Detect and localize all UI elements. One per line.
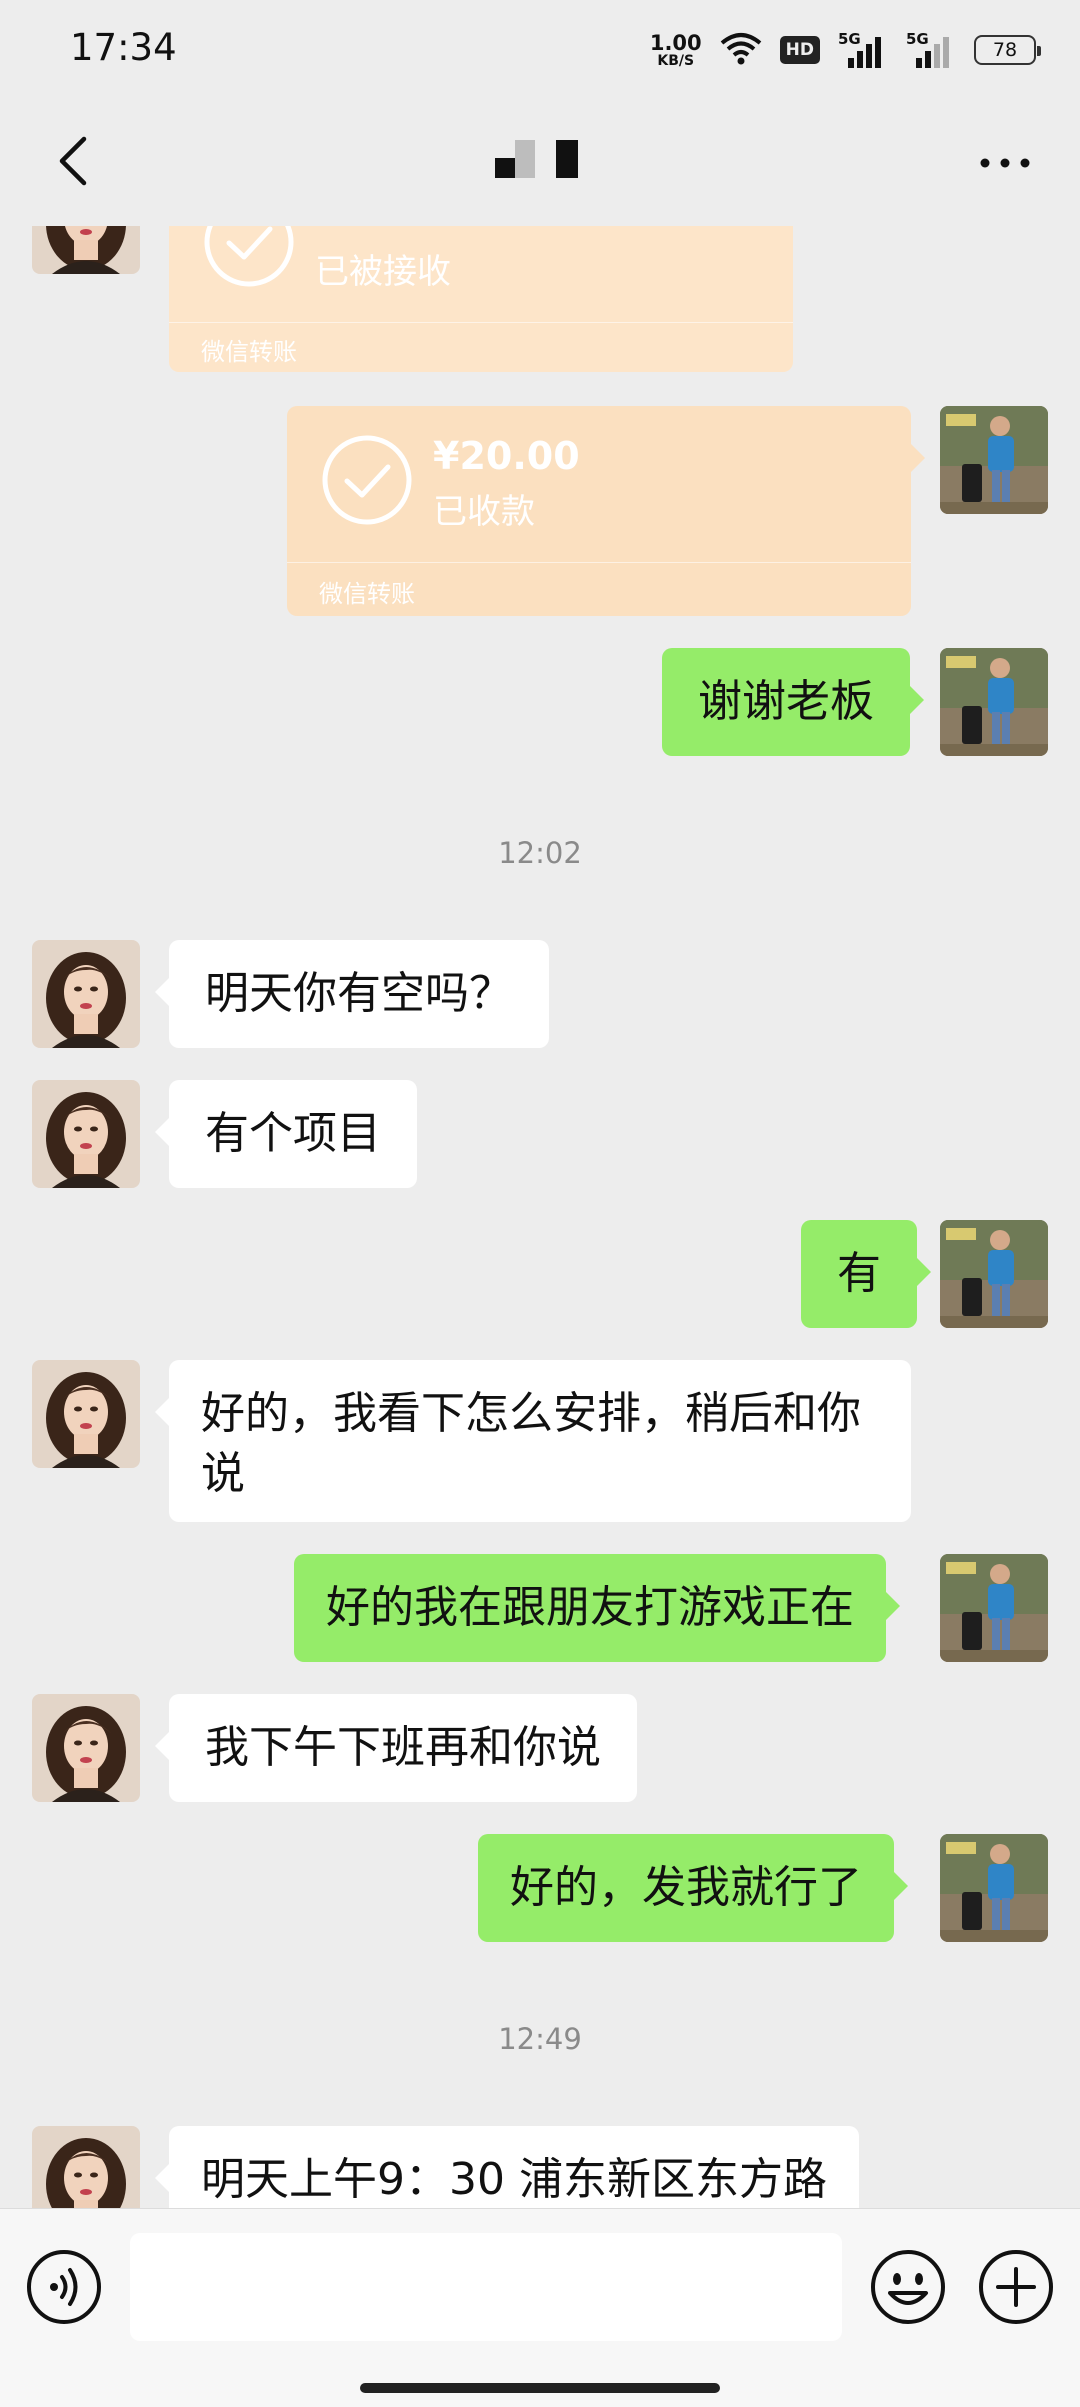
my-avatar[interactable] [940,1220,1048,1328]
message-bubble-incoming[interactable]: 好的，我看下怎么安排，稍后和你说 [155,1360,911,1522]
check-circle-icon [321,434,413,526]
signal-sim2-icon: 5G [906,30,956,70]
network-speed-unit: KB/S [657,52,695,69]
emoji-button[interactable] [868,2247,948,2327]
check-circle-icon [203,226,295,288]
message-bubble-incoming[interactable]: 明天你有空吗？ [155,940,549,1048]
chat-input-bar [0,2208,1080,2407]
hd-voice-badge: HD [779,36,820,64]
my-avatar[interactable] [940,648,1048,756]
message-input[interactable] [130,2233,842,2341]
battery-icon: 78 [974,35,1041,65]
timestamp: 12:49 [498,2022,582,2056]
transfer-footer: 微信转账 [319,580,415,608]
my-avatar[interactable] [940,406,1048,514]
transfer-amount: ¥20.00 [433,434,580,478]
more-options-button[interactable] [970,128,1040,198]
message-bubble-incoming[interactable]: 明天上午9：30 浦东新区东方路 [155,2126,859,2208]
transfer-footer: 微信转账 [201,338,297,366]
plus-icon [976,2250,1056,2331]
more-dots-icon [979,154,1031,173]
message-list[interactable]: 已被接收 微信转账 ¥20.00 已收款 微信转账 谢谢老板 12:02 明天你… [0,226,1080,2208]
contact-avatar[interactable] [32,226,140,274]
contact-avatar[interactable] [32,1694,140,1802]
voice-icon [24,2250,104,2331]
status-icons: 1.00 KB/S HD 5G 5G 78 [649,26,1041,74]
transfer-card-paid[interactable]: ¥20.00 已收款 微信转账 [287,406,925,616]
transfer-status: 已被接收 [315,252,451,292]
transfer-card-received[interactable]: 已被接收 微信转账 [169,226,793,372]
timestamp: 12:02 [498,836,582,870]
network-speed-value: 1.00 [649,30,702,55]
message-bubble-outgoing[interactable]: 好的，发我就行了 [478,1834,908,1942]
message-bubble-outgoing[interactable]: 有 [801,1220,931,1328]
redacted-title-icon [495,140,578,178]
battery-level: 78 [992,39,1018,61]
voice-input-button[interactable] [24,2247,104,2327]
chat-header [0,96,1080,226]
message-bubble-incoming[interactable]: 我下午下班再和你说 [155,1694,637,1802]
signal-sim1-icon: 5G [838,30,888,70]
message-bubble-outgoing[interactable]: 谢谢老板 [662,648,924,756]
message-bubble-incoming[interactable]: 有个项目 [155,1080,417,1188]
back-button[interactable] [38,128,108,198]
contact-avatar[interactable] [32,1080,140,1188]
chat-title [490,134,590,184]
network-speed: 1.00 KB/S [649,30,702,69]
wifi-icon [720,31,762,69]
message-bubble-outgoing[interactable]: 好的我在跟朋友打游戏正在 [294,1554,900,1662]
my-avatar[interactable] [940,1554,1048,1662]
more-functions-button[interactable] [976,2247,1056,2327]
transfer-status: 已收款 [433,492,535,532]
status-time: 17:34 [70,26,177,69]
my-avatar[interactable] [940,1834,1048,1942]
contact-avatar[interactable] [32,2126,140,2208]
status-bar: 17:34 1.00 KB/S HD 5G 5G 78 [0,0,1080,96]
home-indicator[interactable] [360,2383,720,2393]
transfer-divider [287,562,911,563]
contact-avatar[interactable] [32,940,140,1048]
contact-avatar[interactable] [32,1360,140,1468]
emoji-icon [868,2250,948,2331]
transfer-divider [169,322,793,323]
chevron-left-icon [56,135,90,191]
